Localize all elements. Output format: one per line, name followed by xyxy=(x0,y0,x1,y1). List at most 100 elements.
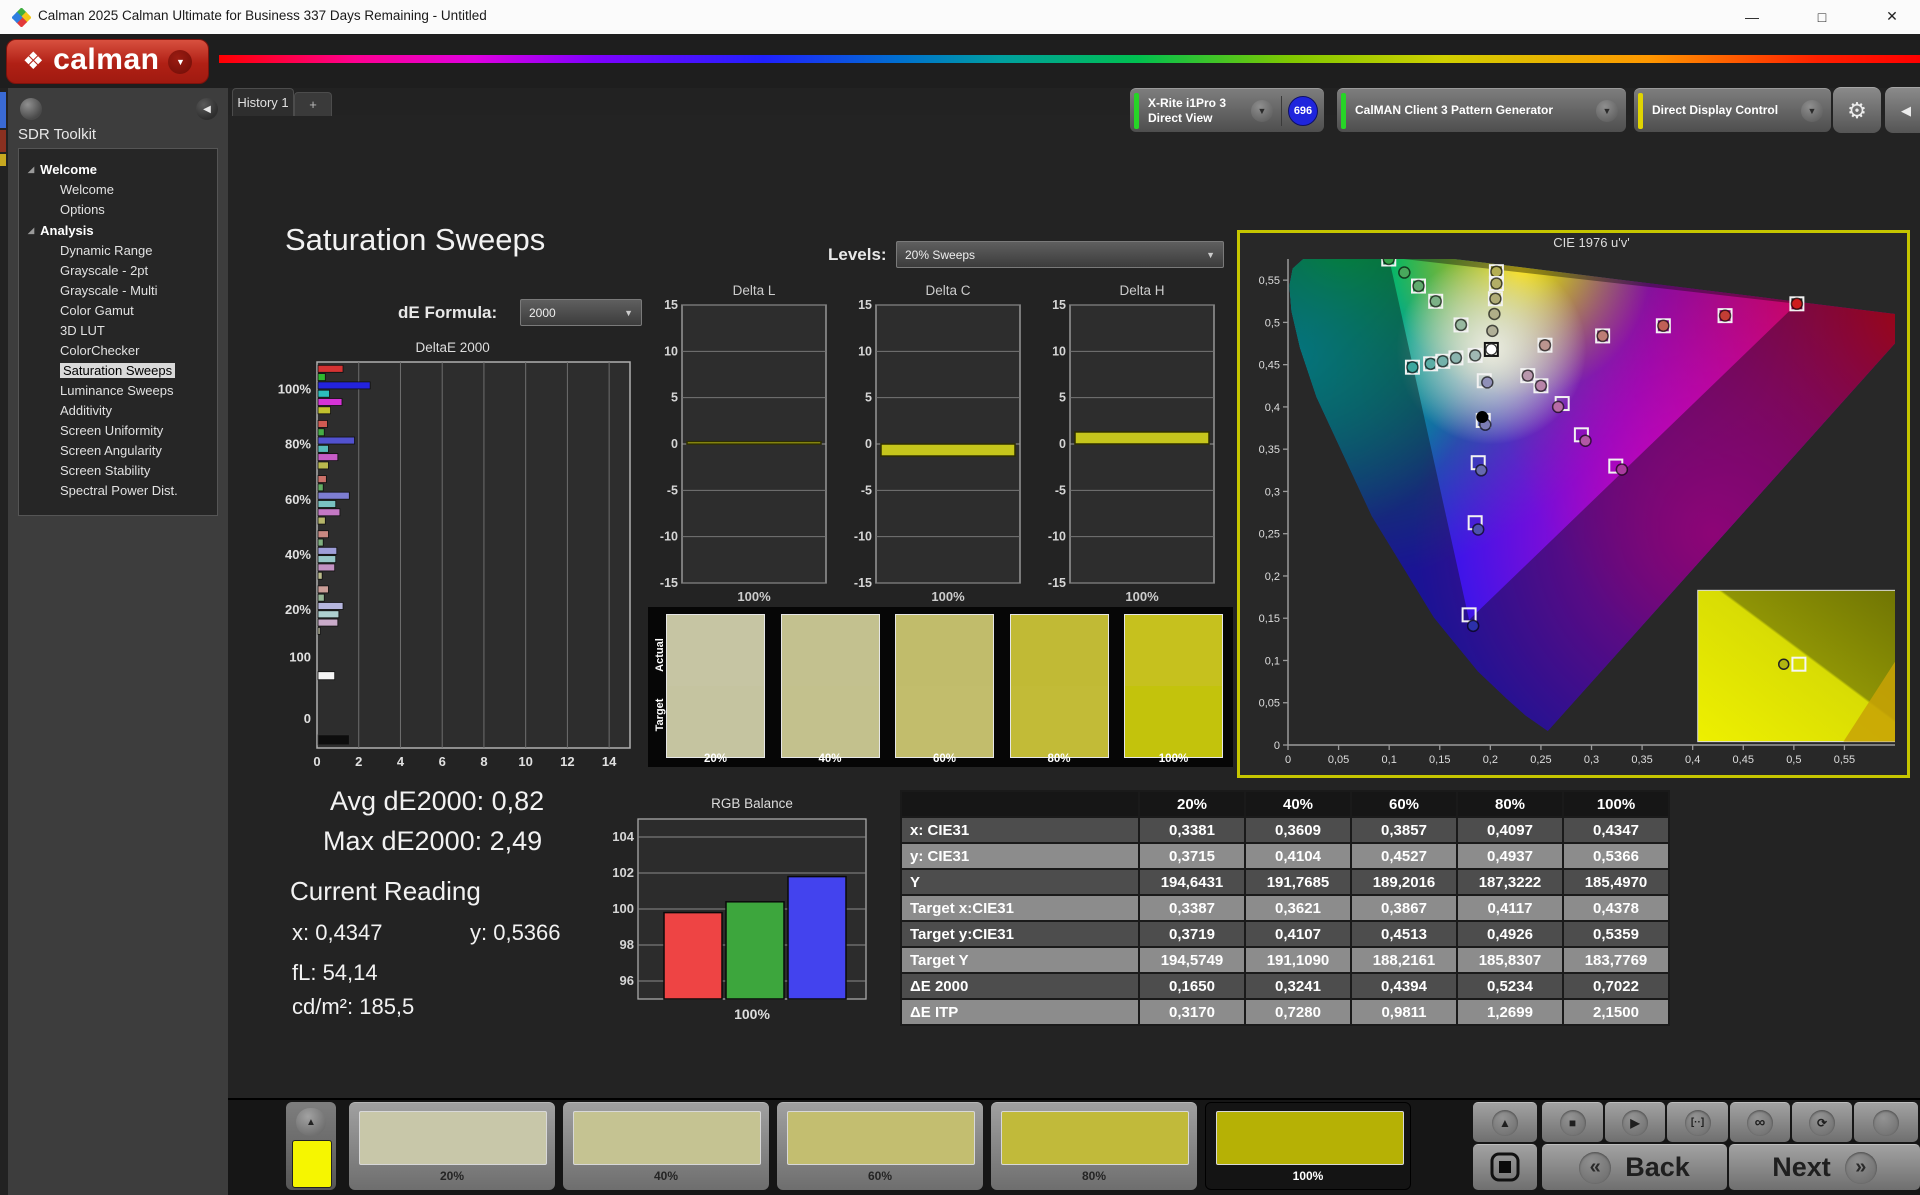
pattern-chip xyxy=(1216,1111,1404,1165)
sidebar-item-colorchecker[interactable]: ColorChecker xyxy=(19,341,217,361)
sidebar-item-options[interactable]: Options xyxy=(19,200,217,220)
calman-app-window: Calman 2025 Calman Ultimate for Business… xyxy=(0,0,1920,1195)
step-button[interactable]: [··] xyxy=(1667,1102,1728,1142)
strip-swatch-label: 20% xyxy=(666,753,765,765)
table-cell: 185,4970 xyxy=(1563,869,1669,895)
table-cell: 194,6431 xyxy=(1139,869,1245,895)
sidebar-item-saturation-sweeps[interactable]: Saturation Sweeps xyxy=(19,361,217,381)
pattern-window-toggle-button[interactable] xyxy=(1473,1144,1537,1190)
table-row: Target x:CIE310,33870,36210,38670,41170,… xyxy=(901,895,1669,921)
reading-fl: fL: 54,14 xyxy=(292,960,378,986)
sync-button[interactable]: ⟳ xyxy=(1792,1102,1852,1142)
display-control-button[interactable]: Direct Display Control ▼ xyxy=(1634,88,1831,132)
pattern-chip xyxy=(787,1111,975,1165)
table-cell: 0,5366 xyxy=(1563,843,1669,869)
pattern-button-40[interactable]: 40% xyxy=(563,1102,769,1190)
svg-text:8: 8 xyxy=(480,754,487,769)
table-cell: 0,4378 xyxy=(1563,895,1669,921)
chevron-left-icon: ◀ xyxy=(1901,103,1911,119)
pattern-up-button[interactable]: ▲ xyxy=(296,1108,326,1136)
sidebar-collapse-button[interactable]: ◀ xyxy=(196,98,218,120)
meter-device-button[interactable]: X-Rite i1Pro 3 Direct View ▼ 696 xyxy=(1130,88,1324,132)
sidebar-dot-button[interactable] xyxy=(20,98,42,120)
table-cell: 0,3715 xyxy=(1139,843,1245,869)
tree-section-welcome[interactable]: ◢Welcome xyxy=(19,159,217,180)
table-cell: 0,1650 xyxy=(1139,973,1245,999)
svg-text:4: 4 xyxy=(397,754,405,769)
sidebar-item-welcome[interactable]: Welcome xyxy=(19,180,217,200)
pattern-window-up-button[interactable]: ▲ xyxy=(1473,1102,1537,1142)
pattern-button-20[interactable]: 20% xyxy=(349,1102,555,1190)
next-button[interactable]: Next » xyxy=(1729,1144,1920,1190)
svg-text:0,2: 0,2 xyxy=(1483,754,1498,766)
sidebar-item-grayscale-2pt[interactable]: Grayscale - 2pt xyxy=(19,261,217,281)
pattern-button-60[interactable]: 60% xyxy=(777,1102,983,1190)
sidebar-item-grayscale-multi[interactable]: Grayscale - Multi xyxy=(19,281,217,301)
display-dropdown-icon[interactable]: ▼ xyxy=(1801,100,1823,122)
workflow-tree: ◢WelcomeWelcomeOptions◢AnalysisDynamic R… xyxy=(18,148,218,516)
close-button[interactable]: ✕ xyxy=(1869,0,1915,33)
levels-dropdown[interactable]: 20% Sweeps▼ xyxy=(896,241,1224,268)
table-cell: 0,4527 xyxy=(1351,843,1457,869)
maximize-button[interactable]: □ xyxy=(1799,0,1845,33)
table-cell: 0,7022 xyxy=(1563,973,1669,999)
play-button[interactable]: ▶ xyxy=(1605,1102,1665,1142)
current-pattern-swatch[interactable] xyxy=(292,1140,332,1188)
add-tab-icon: + xyxy=(309,97,317,112)
minimize-button[interactable]: — xyxy=(1729,0,1775,33)
tab-add[interactable]: + xyxy=(294,92,332,116)
levels-label: Levels: xyxy=(828,245,887,265)
svg-text:100: 100 xyxy=(612,901,634,916)
svg-text:5: 5 xyxy=(671,391,678,405)
loop-button[interactable]: ∞ xyxy=(1730,1102,1790,1142)
sidebar-item-screen-angularity[interactable]: Screen Angularity xyxy=(19,441,217,461)
pattern-label: 60% xyxy=(777,1169,983,1183)
back-button[interactable]: « Back xyxy=(1542,1144,1727,1190)
stop-button[interactable]: ■ xyxy=(1542,1102,1603,1142)
reading-x: x: 0,4347 xyxy=(292,920,383,946)
sidebar-item-spectral-power-dist[interactable]: Spectral Power Dist. xyxy=(19,481,217,501)
svg-text:-5: -5 xyxy=(667,483,678,497)
table-cell: 0,3719 xyxy=(1139,921,1245,947)
strip-swatch-label: 100% xyxy=(1124,753,1223,765)
table-cell: 0,3170 xyxy=(1139,999,1245,1025)
chevron-down-icon: ▼ xyxy=(624,308,633,318)
de-formula-dropdown[interactable]: 2000▼ xyxy=(520,299,642,326)
meter-dropdown-icon[interactable]: ▼ xyxy=(1251,100,1273,122)
sidebar-item-luminance-sweeps[interactable]: Luminance Sweeps xyxy=(19,381,217,401)
pattern-dropdown-icon[interactable]: ▼ xyxy=(1596,100,1618,122)
meter-name: X-Rite i1Pro 3 xyxy=(1148,96,1226,111)
svg-text:-15: -15 xyxy=(1048,576,1066,590)
sidebar-item-dynamic-range[interactable]: Dynamic Range xyxy=(19,241,217,261)
cie-chart: CIE 1976 u'v'00,050,10,150,20,250,30,350… xyxy=(1240,233,1907,775)
pattern-label: 80% xyxy=(991,1169,1197,1183)
meter-exposure-badge[interactable]: 696 xyxy=(1288,96,1318,126)
tab-history[interactable]: History 1 xyxy=(232,88,294,116)
sidebar-item-3d-lut[interactable]: 3D LUT xyxy=(19,321,217,341)
pattern-label: 100% xyxy=(1206,1169,1410,1183)
svg-text:0,3: 0,3 xyxy=(1265,486,1280,498)
table-row: ΔE 20000,16500,32410,43940,52340,7022 xyxy=(901,973,1669,999)
settings-button[interactable]: ⚙ xyxy=(1833,87,1881,133)
blank-button[interactable] xyxy=(1854,1102,1918,1142)
table-cell: 0,5234 xyxy=(1457,973,1563,999)
row-label: Target Y xyxy=(901,947,1139,973)
sidebar-item-color-gamut[interactable]: Color Gamut xyxy=(19,301,217,321)
tree-section-analysis[interactable]: ◢Analysis xyxy=(19,220,217,241)
up-arrow-icon: ▲ xyxy=(1499,1116,1511,1130)
pattern-button-80[interactable]: 80% xyxy=(991,1102,1197,1190)
sidebar-item-additivity[interactable]: Additivity xyxy=(19,401,217,421)
pattern-button-100[interactable]: 100% xyxy=(1205,1102,1411,1190)
svg-text:0,05: 0,05 xyxy=(1328,754,1349,766)
svg-text:0,25: 0,25 xyxy=(1530,754,1551,766)
sidebar-item-screen-stability[interactable]: Screen Stability xyxy=(19,461,217,481)
rainbow-gradient-bar xyxy=(219,55,1920,63)
svg-text:10: 10 xyxy=(858,344,872,358)
table-cell: 0,3867 xyxy=(1351,895,1457,921)
calman-menu-button[interactable]: ❖ calman ▼ xyxy=(6,39,209,84)
pattern-generator-button[interactable]: CalMAN Client 3 Pattern Generator ▼ xyxy=(1337,88,1626,132)
panel-collapse-button[interactable]: ◀ xyxy=(1885,87,1920,133)
sidebar-item-screen-uniformity[interactable]: Screen Uniformity xyxy=(19,421,217,441)
svg-text:0: 0 xyxy=(304,711,311,726)
svg-text:5: 5 xyxy=(1059,391,1066,405)
